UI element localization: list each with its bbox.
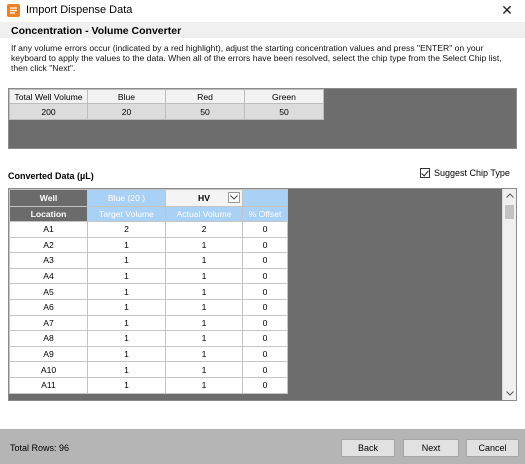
cell-offset: 0 (242, 221, 288, 238)
cell-target[interactable]: 1 (87, 345, 166, 363)
cell-actual: 1 (165, 314, 243, 332)
cell-actual: 1 (165, 345, 243, 363)
section-title: Concentration - Volume Converter (11, 25, 182, 37)
vol-green-value[interactable]: 50 (244, 103, 324, 120)
cell-location: A6 (9, 298, 88, 316)
table-row[interactable]: A2 1 1 0 (9, 236, 288, 254)
table-row[interactable]: A4 1 1 0 (9, 267, 288, 285)
cell-target[interactable]: 1 (87, 236, 166, 254)
cell-target[interactable]: 1 (87, 361, 166, 378)
vol-header-green: Green (244, 89, 324, 104)
table-row[interactable]: A1 2 2 0 (9, 221, 288, 238)
cell-location: A2 (9, 236, 88, 254)
cell-actual: 1 (165, 298, 243, 316)
cell-target[interactable]: 1 (87, 314, 166, 332)
header-blue-dye: Blue (20 ) (87, 189, 166, 207)
cell-offset: 0 (242, 330, 288, 347)
converted-data-label: Converted Data (µL) (8, 171, 94, 181)
cell-offset: 0 (242, 267, 288, 285)
vol-header-red: Red (165, 89, 245, 104)
volume-table: Total Well Volume Blue Red Green 200 20 … (9, 89, 324, 120)
cell-location: A5 (9, 283, 88, 300)
cell-location: A1 (9, 221, 88, 238)
table-row[interactable]: A11 1 1 0 (9, 376, 288, 394)
cell-location: A7 (9, 314, 88, 332)
cell-actual: 1 (165, 252, 243, 269)
close-icon[interactable]: ✕ (499, 2, 515, 18)
cell-offset: 0 (242, 361, 288, 378)
scroll-down-icon[interactable] (503, 387, 516, 400)
cell-actual: 2 (165, 221, 243, 238)
vol-red-value[interactable]: 50 (165, 103, 245, 120)
vol-header-total: Total Well Volume (9, 89, 88, 104)
checkbox-checked-icon[interactable] (420, 168, 430, 178)
next-button[interactable]: Next (403, 439, 459, 457)
instructions-text: If any volume errors occur (indicated by… (11, 43, 502, 73)
cell-actual: 1 (165, 330, 243, 347)
cell-target[interactable]: 1 (87, 330, 166, 347)
cell-offset: 0 (242, 298, 288, 316)
table-row[interactable]: A3 1 1 0 (9, 252, 288, 269)
table-row[interactable]: A6 1 1 0 (9, 298, 288, 316)
cell-target[interactable]: 1 (87, 267, 166, 285)
chevron-down-icon[interactable] (228, 192, 240, 203)
app-logo-icon (7, 4, 20, 17)
window-title: Import Dispense Data (26, 4, 133, 16)
header-blank (242, 189, 288, 207)
converted-table: Well Blue (20 ) HV Location Target Volum… (9, 189, 288, 394)
header-location: Location (9, 206, 88, 222)
header-offset: % Offset (242, 206, 288, 222)
cell-target[interactable]: 1 (87, 283, 166, 300)
section-header: Concentration - Volume Converter (0, 22, 525, 38)
cell-location: A10 (9, 361, 88, 378)
cell-target[interactable]: 2 (87, 221, 166, 238)
suggest-chip-checkbox[interactable]: Suggest Chip Type (420, 168, 510, 178)
title-bar: Import Dispense Data ✕ (0, 0, 525, 22)
cell-location: A9 (9, 345, 88, 363)
vol-blue-value[interactable]: 20 (87, 103, 166, 120)
footer-bar: Total Rows: 96 Back Next Cancel (0, 429, 525, 464)
cell-target[interactable]: 1 (87, 298, 166, 316)
cell-location: A11 (9, 376, 88, 394)
table-row[interactable]: A5 1 1 0 (9, 283, 288, 300)
table-row[interactable]: A7 1 1 0 (9, 314, 288, 332)
header-target-volume: Target Volume (87, 206, 166, 222)
cell-actual: 1 (165, 236, 243, 254)
converted-data-grid: Well Blue (20 ) HV Location Target Volum… (8, 188, 517, 401)
scroll-up-icon[interactable] (503, 189, 516, 202)
cell-offset: 0 (242, 252, 288, 269)
back-button[interactable]: Back (341, 439, 395, 457)
cell-offset: 0 (242, 314, 288, 332)
cell-target[interactable]: 1 (87, 376, 166, 394)
cell-actual: 1 (165, 376, 243, 394)
chip-type-dropdown[interactable]: HV (165, 189, 243, 207)
cell-location: A4 (9, 267, 88, 285)
cell-location: A3 (9, 252, 88, 269)
cell-actual: 1 (165, 283, 243, 300)
cell-actual: 1 (165, 267, 243, 285)
vertical-scrollbar[interactable] (502, 189, 516, 400)
cell-actual: 1 (165, 361, 243, 378)
cell-offset: 0 (242, 345, 288, 363)
cancel-button[interactable]: Cancel (466, 439, 519, 457)
vol-total-value[interactable]: 200 (9, 103, 88, 120)
vol-header-blue: Blue (87, 89, 166, 104)
table-row[interactable]: A8 1 1 0 (9, 330, 288, 347)
cell-offset: 0 (242, 283, 288, 300)
header-well: Well (9, 189, 88, 207)
chip-type-value: HV (198, 193, 210, 203)
cell-offset: 0 (242, 376, 288, 394)
suggest-chip-label: Suggest Chip Type (434, 168, 510, 178)
table-row[interactable]: A9 1 1 0 (9, 345, 288, 363)
header-actual-volume: Actual Volume (165, 206, 243, 222)
table-row[interactable]: A10 1 1 0 (9, 361, 288, 378)
cell-offset: 0 (242, 236, 288, 254)
volume-panel: Total Well Volume Blue Red Green 200 20 … (8, 88, 517, 149)
scroll-thumb[interactable] (505, 205, 514, 219)
total-rows-label: Total Rows: 96 (10, 443, 70, 453)
cell-target[interactable]: 1 (87, 252, 166, 269)
cell-location: A8 (9, 330, 88, 347)
